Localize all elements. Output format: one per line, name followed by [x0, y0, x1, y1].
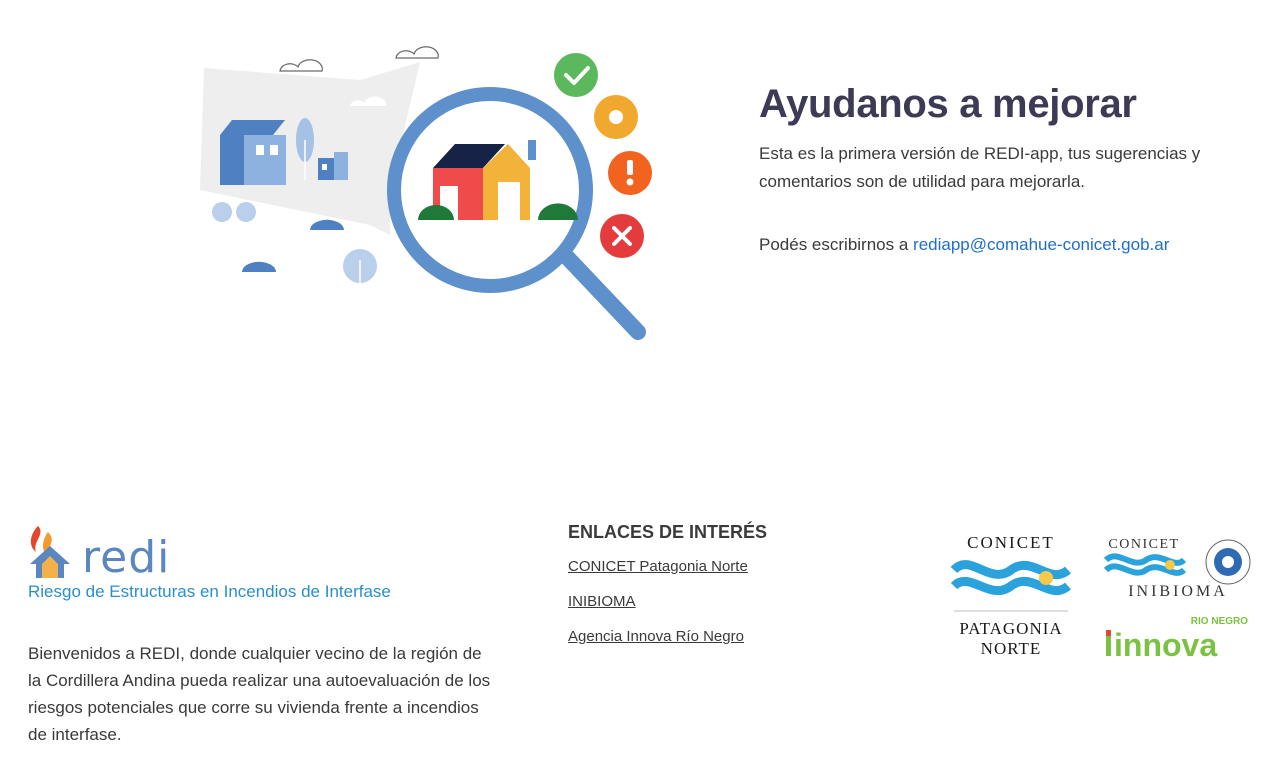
- contact-prefix: Podés escribirnos a: [759, 235, 914, 254]
- brand-description: Bienvenidos a REDI, donde cualquier veci…: [28, 644, 491, 744]
- link-inibioma[interactable]: INIBIOMA: [568, 592, 767, 612]
- links-section: ENLACES DE INTERÉS CONICET Patagonia Nor…: [568, 522, 767, 662]
- redi-logo: redi: [28, 522, 508, 580]
- conicet-bottom-text-1: PATAGONIA: [959, 619, 1062, 638]
- conicet-bottom-text-2: NORTE: [981, 639, 1042, 658]
- innova-rio-negro-logo[interactable]: RIO NEGRO innova: [1106, 614, 1250, 660]
- footer-brand: redi Riesgo de Estructuras en Incendios …: [28, 522, 508, 748]
- link-agencia-innova[interactable]: Agencia Innova Río Negro: [568, 627, 767, 647]
- footer: redi Riesgo de Estructuras en Incendios …: [0, 510, 1266, 769]
- brand-name: redi: [82, 532, 171, 583]
- innova-small-text: RIO NEGRO: [1191, 616, 1248, 627]
- contact-email-link[interactable]: rediapp@comahue-conicet.gob.ar: [913, 235, 1169, 254]
- links-title: ENLACES DE INTERÉS: [568, 522, 768, 542]
- link-conicet-patagonia-norte[interactable]: CONICET Patagonia Norte: [568, 557, 767, 577]
- inibioma-top-text: CONICET: [1108, 537, 1179, 552]
- hero-contact: Podés escribirnos a rediapp@comahue-coni…: [759, 231, 1239, 259]
- inibioma-bottom-text: INIBIOMA: [1128, 583, 1228, 600]
- innova-main-text: innova: [1114, 627, 1217, 660]
- flame-house-icon: [30, 526, 70, 578]
- feedback-illustration: [200, 46, 652, 340]
- inibioma-logo[interactable]: CONICET INIBIOMA: [1104, 532, 1252, 602]
- hero-title: Ayudanos a mejorar: [759, 82, 1137, 126]
- hero-description: Esta es la primera versión de REDI-app, …: [759, 144, 1201, 191]
- hero-section: Ayudanos a mejorar Esta es la primera ve…: [759, 80, 1239, 259]
- conicet-patagonia-logo[interactable]: CONICET PATAGONIA NORTE: [950, 530, 1072, 670]
- conicet-top-text: CONICET: [967, 533, 1055, 552]
- brand-tagline: Riesgo de Estructuras en Incendios de In…: [28, 582, 391, 601]
